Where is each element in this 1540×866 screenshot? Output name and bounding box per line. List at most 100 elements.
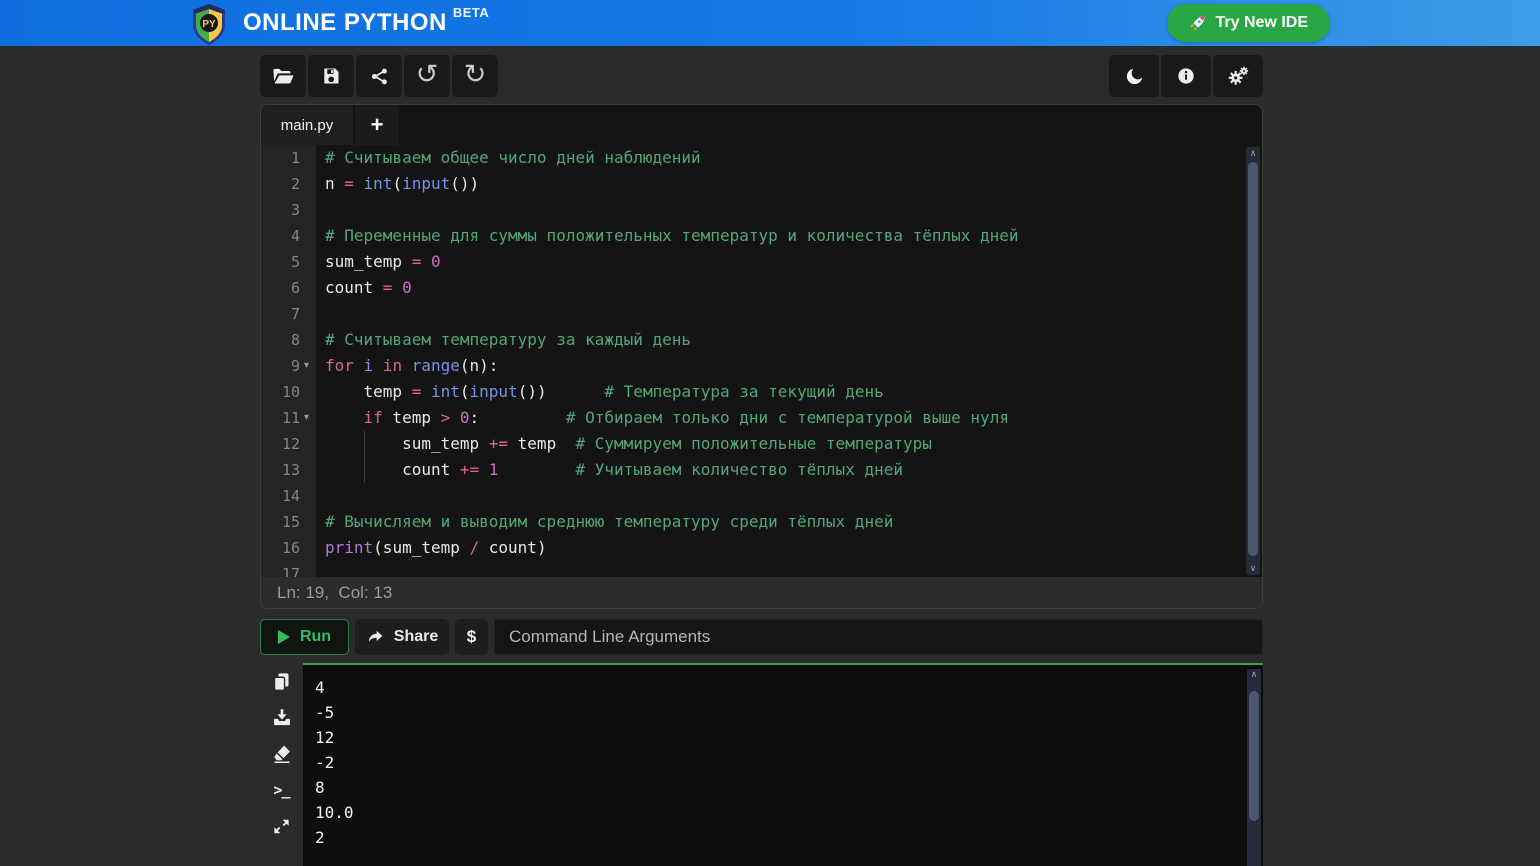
fold-arrow-icon[interactable]: ▾ xyxy=(301,405,312,431)
editor-panel: main.py + 1# Считываем общее число дней … xyxy=(260,104,1263,609)
code-line[interactable]: 4# Переменные для суммы положительных те… xyxy=(261,223,1262,249)
code-text[interactable]: count = 0 xyxy=(316,275,412,301)
add-tab-button[interactable]: + xyxy=(355,105,399,145)
code-text[interactable]: # Переменные для суммы положительных тем… xyxy=(316,223,1019,249)
code-line[interactable]: 13 count += 1 # Учитываем количество тёп… xyxy=(261,457,1262,483)
code-text[interactable] xyxy=(316,197,325,223)
settings-button[interactable] xyxy=(1213,55,1263,97)
gutter: 11▾ xyxy=(261,405,316,431)
output-scrollbar-thumb[interactable] xyxy=(1249,691,1259,821)
rocket-icon xyxy=(1189,14,1207,32)
code-line[interactable]: 10 temp = int(input()) # Температура за … xyxy=(261,379,1262,405)
code-text[interactable]: # Вычисляем и выводим среднюю температур… xyxy=(316,509,893,535)
gutter: 2 xyxy=(261,171,316,197)
output-line: 12 xyxy=(315,725,1251,750)
gutter: 16 xyxy=(261,535,316,561)
gutter: 1 xyxy=(261,145,316,171)
expand-output-button[interactable] xyxy=(270,815,294,837)
code-text[interactable] xyxy=(316,483,325,509)
code-text[interactable]: sum_temp += temp # Суммируем положительн… xyxy=(316,431,932,457)
expand-icon xyxy=(272,817,291,836)
main-column: ↺ ↻ xyxy=(260,46,1263,866)
code-editor[interactable]: 1# Считываем общее число дней наблюдений… xyxy=(261,145,1262,577)
gutter: 3 xyxy=(261,197,316,223)
app-title: ONLINE PYTHONBETA xyxy=(243,9,483,37)
line-number: 8 xyxy=(291,327,300,353)
code-line[interactable]: 2 n = int(input()) xyxy=(261,171,1262,197)
code-line[interactable]: 16print(sum_temp / count) xyxy=(261,535,1262,561)
editor-toolbar: ↺ ↻ xyxy=(260,55,1263,97)
share-code-button[interactable] xyxy=(356,55,402,97)
undo-icon: ↺ xyxy=(416,61,439,88)
info-button[interactable] xyxy=(1161,55,1211,97)
output-toolbar: >_ xyxy=(260,663,303,866)
code-text[interactable]: n = int(input()) xyxy=(316,171,479,197)
code-text[interactable]: for i in range(n): xyxy=(316,353,498,379)
code-line[interactable]: 11▾ if temp > 0: # Отбираем только дни с… xyxy=(261,405,1262,431)
code-line[interactable]: 12 sum_temp += temp # Суммируем положите… xyxy=(261,431,1262,457)
output-scroll-up-arrow[interactable]: ∧ xyxy=(1247,669,1261,682)
code-line[interactable]: 14 xyxy=(261,483,1262,509)
terminal-mode-button[interactable]: >_ xyxy=(270,779,294,801)
open-file-button[interactable] xyxy=(260,55,306,97)
code-line[interactable]: 1# Считываем общее число дней наблюдений xyxy=(261,145,1262,171)
download-icon xyxy=(272,708,292,728)
scroll-up-arrow[interactable]: ∧ xyxy=(1246,147,1260,160)
code-text[interactable] xyxy=(316,561,325,577)
code-text[interactable]: # Считываем общее число дней наблюдений xyxy=(316,145,701,171)
try-new-ide-button[interactable]: Try New IDE xyxy=(1167,4,1330,42)
code-line[interactable]: 5 sum_temp = 0 xyxy=(261,249,1262,275)
output-scrollbar[interactable]: ∧ xyxy=(1247,669,1261,866)
info-icon xyxy=(1176,66,1196,86)
share-button[interactable]: Share xyxy=(355,619,449,655)
line-number: 5 xyxy=(291,249,300,275)
output-console[interactable]: 4-512-2810.02 ∧ xyxy=(303,663,1263,866)
code-text[interactable]: if temp > 0: # Отбираем только дни с тем… xyxy=(316,405,1009,431)
redo-button[interactable]: ↻ xyxy=(452,55,498,97)
scroll-down-arrow[interactable]: ∨ xyxy=(1246,562,1260,575)
code-line[interactable]: 3 xyxy=(261,197,1262,223)
editor-scrollbar-thumb[interactable] xyxy=(1248,162,1258,556)
output-lines: 4-512-2810.02 xyxy=(315,675,1251,850)
save-icon xyxy=(321,66,341,86)
code-line[interactable]: 9▾for i in range(n): xyxy=(261,353,1262,379)
copy-icon xyxy=(271,671,292,694)
download-output-button[interactable] xyxy=(270,707,294,729)
dark-mode-button[interactable] xyxy=(1109,55,1159,97)
save-button[interactable] xyxy=(308,55,354,97)
clear-output-button[interactable] xyxy=(270,743,294,765)
line-number: 3 xyxy=(291,197,300,223)
editor-scrollbar[interactable]: ∧ ∨ xyxy=(1246,147,1260,575)
code-text[interactable]: temp = int(input()) # Температура за тек… xyxy=(316,379,884,405)
code-line[interactable]: 15 # Вычисляем и выводим среднюю температ… xyxy=(261,509,1262,535)
gears-icon xyxy=(1227,65,1249,87)
gutter: 12 xyxy=(261,431,316,457)
status-bar: Ln: 19, Col: 13 xyxy=(261,577,1262,608)
line-number: 15 xyxy=(282,509,300,535)
code-lines[interactable]: 1# Считываем общее число дней наблюдений… xyxy=(261,145,1262,577)
code-line[interactable]: 17 xyxy=(261,561,1262,577)
command-line-args-toggle[interactable]: $ xyxy=(455,619,488,655)
run-button[interactable]: Run xyxy=(260,619,349,655)
code-text[interactable]: print(sum_temp / count) xyxy=(316,535,547,561)
gutter: 17 xyxy=(261,561,316,577)
dollar-icon: $ xyxy=(467,627,476,646)
code-line[interactable]: 7 xyxy=(261,301,1262,327)
code-text[interactable] xyxy=(316,301,325,327)
code-line[interactable]: 6 count = 0 xyxy=(261,275,1262,301)
tab-main-py[interactable]: main.py xyxy=(261,105,353,145)
line-number: 6 xyxy=(291,275,300,301)
command-line-args-input[interactable] xyxy=(494,619,1263,655)
code-text[interactable]: # Считываем температуру за каждый день xyxy=(316,327,691,353)
code-text[interactable]: count += 1 # Учитываем количество тёплых… xyxy=(316,457,903,483)
code-text[interactable]: sum_temp = 0 xyxy=(316,249,441,275)
gutter: 6 xyxy=(261,275,316,301)
cursor-position: Ln: 19, Col: 13 xyxy=(277,583,392,603)
undo-button[interactable]: ↺ xyxy=(404,55,450,97)
line-number: 2 xyxy=(291,171,300,197)
line-number: 10 xyxy=(282,379,300,405)
code-line[interactable]: 8 # Считываем температуру за каждый день xyxy=(261,327,1262,353)
gutter: 7 xyxy=(261,301,316,327)
copy-output-button[interactable] xyxy=(270,671,294,693)
fold-arrow-icon[interactable]: ▾ xyxy=(301,353,312,379)
